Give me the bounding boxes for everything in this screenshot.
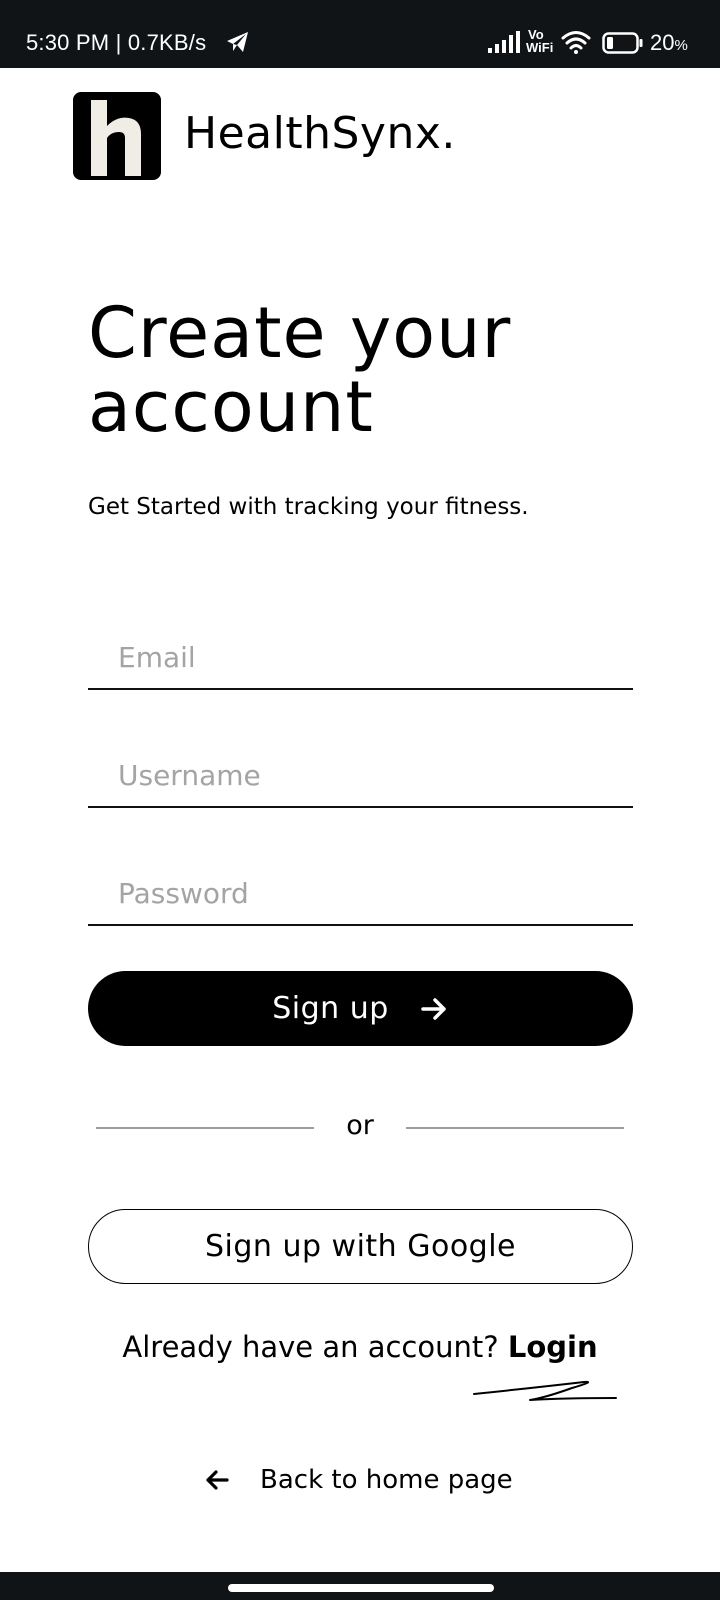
login-underline-scribble-icon — [473, 1380, 617, 1401]
google-sign-up-button[interactable]: Sign up with Google — [88, 1209, 633, 1284]
email-field — [88, 626, 633, 690]
logo-letter-h-icon — [91, 100, 141, 176]
signal-icon — [488, 31, 520, 53]
divider-line-right — [406, 1127, 624, 1129]
back-to-home-label: Back to home page — [260, 1465, 513, 1495]
sign-up-button[interactable]: Sign up — [88, 971, 633, 1046]
username-field — [88, 744, 633, 808]
email-input[interactable] — [88, 626, 633, 688]
telegram-icon — [227, 32, 248, 52]
google-sign-up-label: Sign up with Google — [204, 1229, 517, 1264]
login-prompt-text: Already have an account? — [122, 1330, 499, 1364]
status-bar: 5:30 PM | 0.7KB/s Vo WiFi 20% — [0, 0, 720, 68]
page-subtitle: Get Started with tracking your fitness. — [88, 494, 529, 520]
battery-percentage: 20% — [650, 30, 688, 59]
back-to-home-link[interactable]: Back to home page — [204, 1460, 513, 1500]
divider-line-left — [96, 1127, 314, 1129]
app-logo — [73, 92, 161, 180]
vowifi-wifi: WiFi — [526, 40, 554, 55]
page-title: Create your account — [88, 296, 688, 444]
system-nav-bar — [0, 1572, 720, 1600]
page-title-line-1: Create your — [88, 292, 512, 374]
password-field — [88, 862, 633, 926]
page-title-line-2: account — [88, 366, 374, 448]
arrow-left-icon — [206, 1470, 229, 1490]
vowifi-indicator: Vo WiFi — [524, 28, 556, 58]
brand-name: HealthSynx. — [184, 108, 456, 159]
battery-unit: % — [674, 37, 688, 54]
username-input[interactable] — [88, 744, 633, 806]
battery-icon — [602, 32, 643, 54]
sign-up-button-label: Sign up — [272, 991, 389, 1026]
login-prompt: Already have an account? Login — [0, 1327, 720, 1367]
login-link[interactable]: Login — [508, 1330, 598, 1364]
wifi-icon — [561, 31, 591, 54]
home-indicator[interactable] — [228, 1584, 494, 1592]
battery-value: 20 — [650, 30, 675, 55]
status-time: 5:30 PM | 0.7KB/s — [26, 30, 207, 55]
arrow-right-icon — [421, 997, 446, 1020]
divider-or-text: or — [346, 1110, 374, 1141]
password-input[interactable] — [88, 862, 633, 924]
